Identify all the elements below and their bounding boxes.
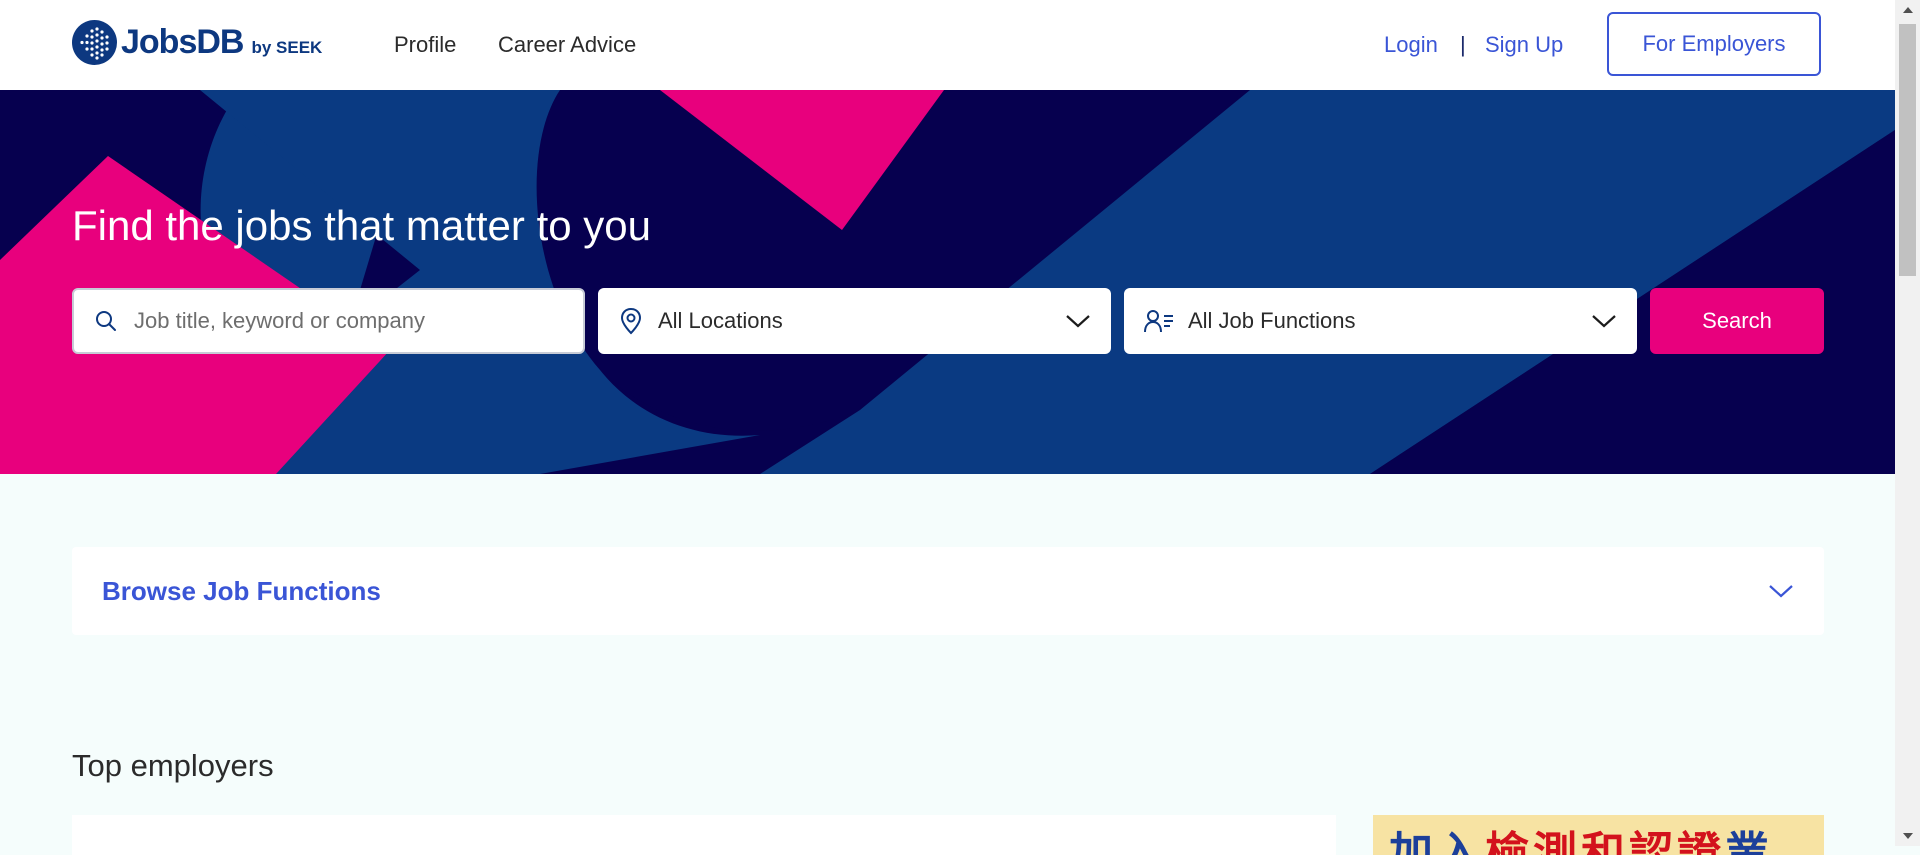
scroll-up-arrow-icon[interactable] [1895, 0, 1920, 20]
search-icon [94, 309, 118, 333]
ad-text-part: 業 [1725, 829, 1773, 855]
site-header: JobsDB by SEEK Profile Career Advice Log… [0, 0, 1895, 90]
hero-background-shapes [0, 90, 1895, 474]
login-link[interactable]: Login [1384, 32, 1438, 58]
location-dropdown[interactable]: All Locations [598, 288, 1111, 354]
top-employers-card [72, 815, 1336, 855]
jobsdb-logo[interactable]: JobsDB by SEEK [72, 20, 322, 65]
logo-suffix: by SEEK [251, 37, 323, 57]
chevron-down-icon [1768, 583, 1794, 599]
top-employers-heading: Top employers [72, 748, 274, 783]
hero-banner: Find the jobs that matter to you All Loc… [0, 90, 1895, 474]
job-function-icon [1144, 308, 1174, 334]
location-pin-icon [618, 307, 644, 335]
ad-text-part: 加入 [1389, 829, 1485, 855]
browse-job-functions-title: Browse Job Functions [102, 575, 381, 606]
hero-title: Find the jobs that matter to you [72, 202, 651, 249]
ad-text: 加入檢測和認證業 [1389, 817, 1773, 855]
scroll-down-arrow-icon[interactable] [1895, 826, 1920, 846]
keyword-search-field[interactable] [72, 288, 585, 354]
scrollbar-thumb[interactable] [1899, 24, 1916, 276]
nav-profile-link[interactable]: Profile [394, 32, 456, 58]
logo-wordmark: JobsDB [121, 23, 244, 61]
job-function-dropdown[interactable]: All Job Functions [1124, 288, 1637, 354]
auth-separator: | [1460, 32, 1466, 57]
page-scrollbar[interactable] [1895, 0, 1920, 846]
jobsdb-logo-icon [72, 20, 117, 65]
chevron-down-icon [1591, 313, 1617, 329]
advertisement-banner[interactable]: 加入檢測和認證業 [1373, 815, 1824, 855]
search-button[interactable]: Search [1650, 288, 1824, 354]
ad-text-highlight: 檢測和認證 [1485, 829, 1725, 855]
chevron-down-icon [1065, 313, 1091, 329]
keyword-input[interactable] [132, 307, 556, 335]
for-employers-button[interactable]: For Employers [1607, 12, 1821, 76]
location-value: All Locations [658, 308, 783, 333]
signup-link[interactable]: Sign Up [1485, 32, 1563, 58]
nav-career-advice-link[interactable]: Career Advice [498, 32, 636, 58]
job-function-value: All Job Functions [1188, 308, 1356, 333]
browse-job-functions-accordion[interactable]: Browse Job Functions [72, 547, 1824, 635]
